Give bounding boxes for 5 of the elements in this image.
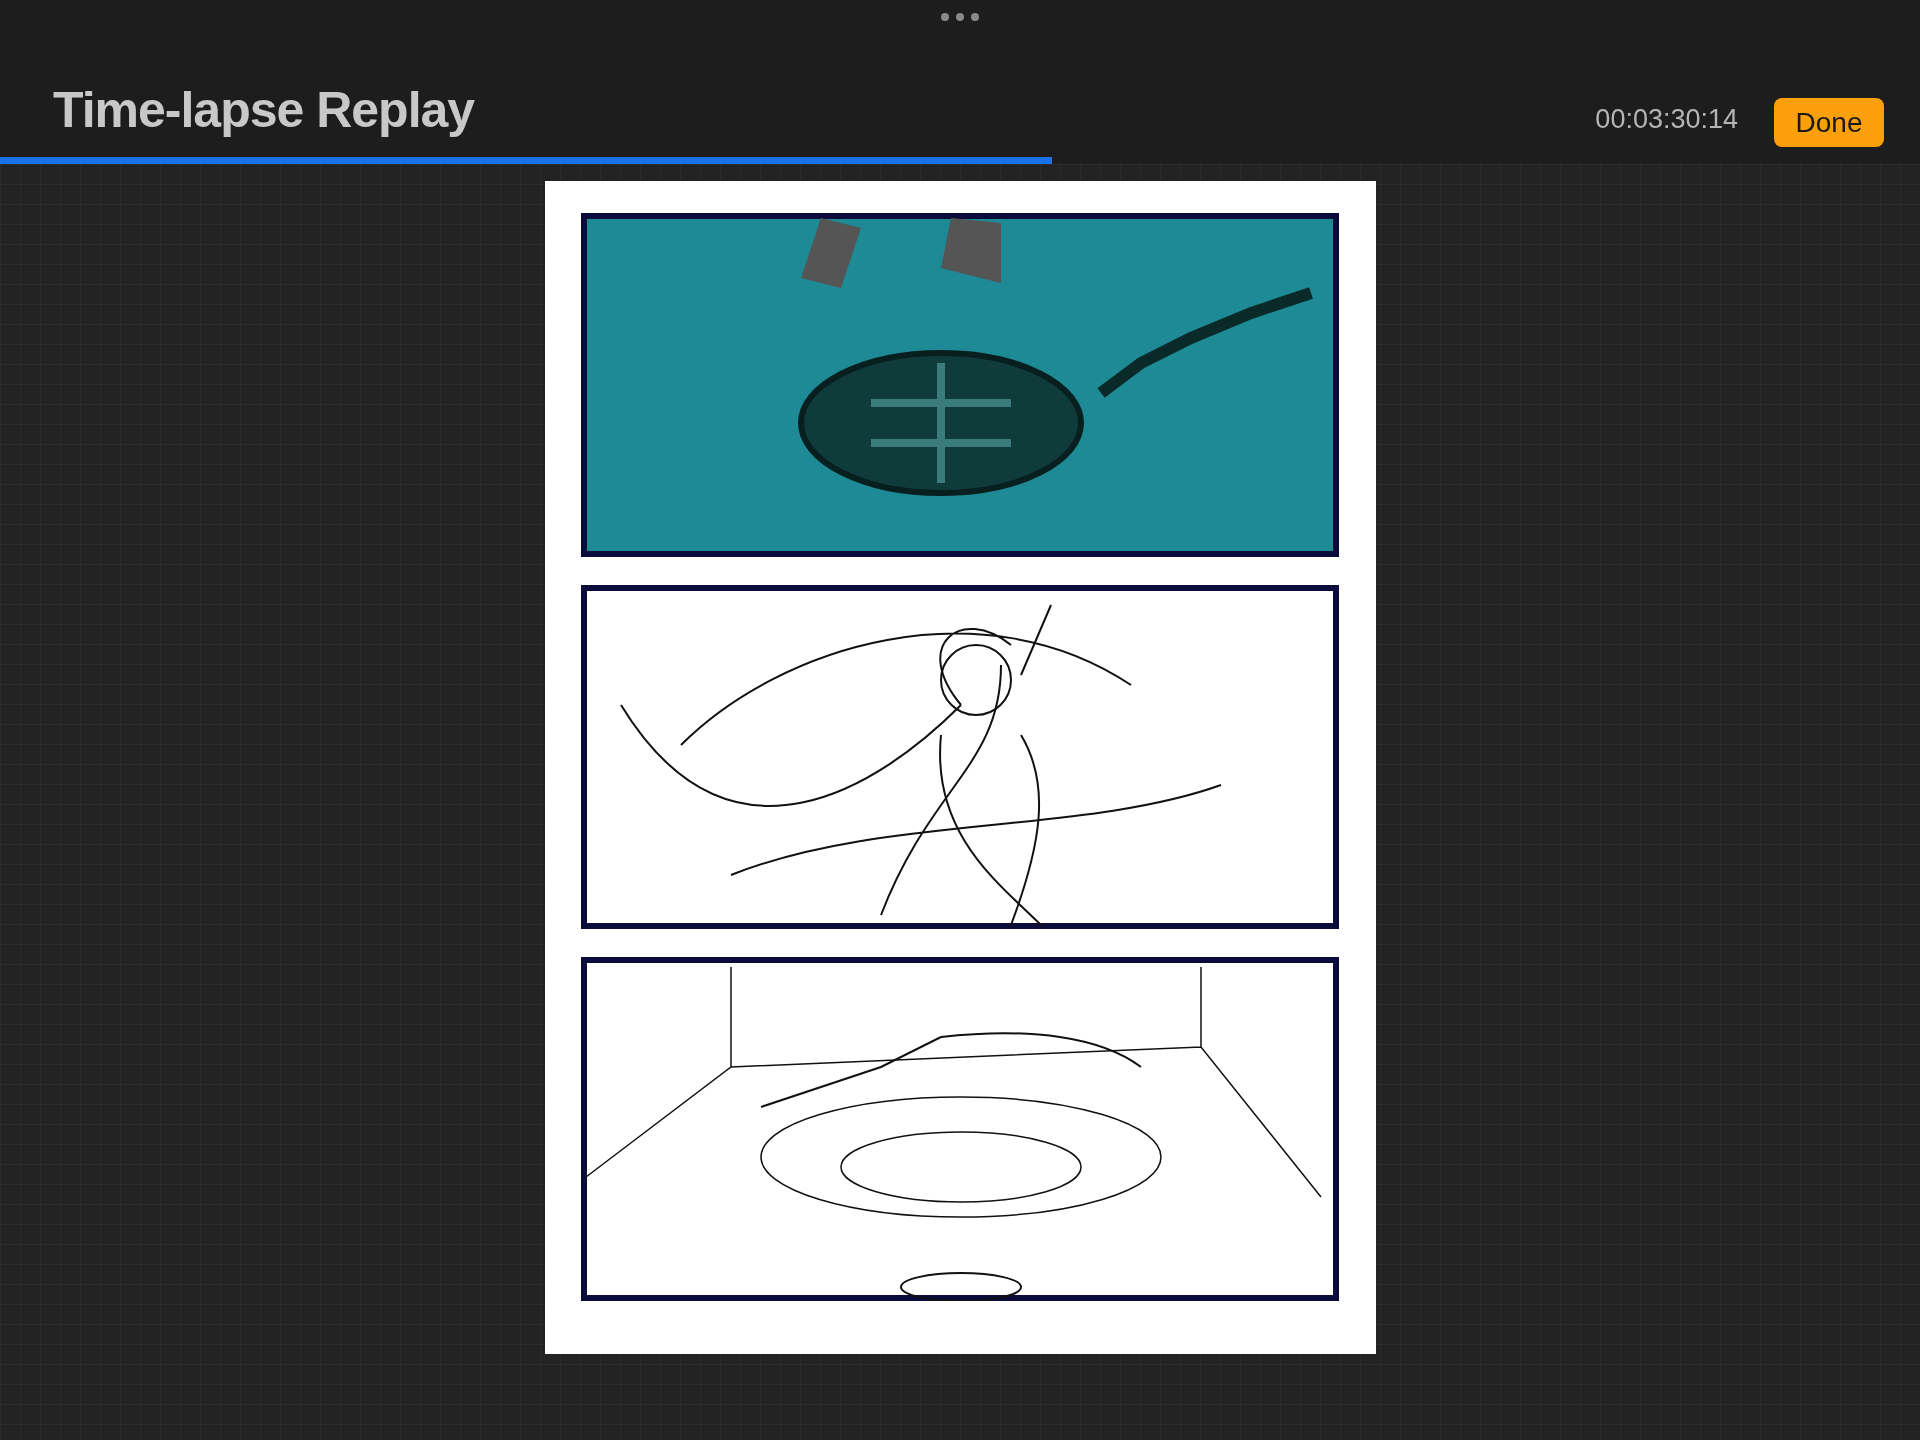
progress-track[interactable] [0, 157, 1920, 164]
timestamp: 00:03:30:14 [1595, 104, 1738, 135]
more-dots-icon[interactable] [940, 12, 980, 22]
screen-title: Time-lapse Replay [53, 81, 476, 139]
done-button[interactable]: Done [1774, 98, 1884, 147]
